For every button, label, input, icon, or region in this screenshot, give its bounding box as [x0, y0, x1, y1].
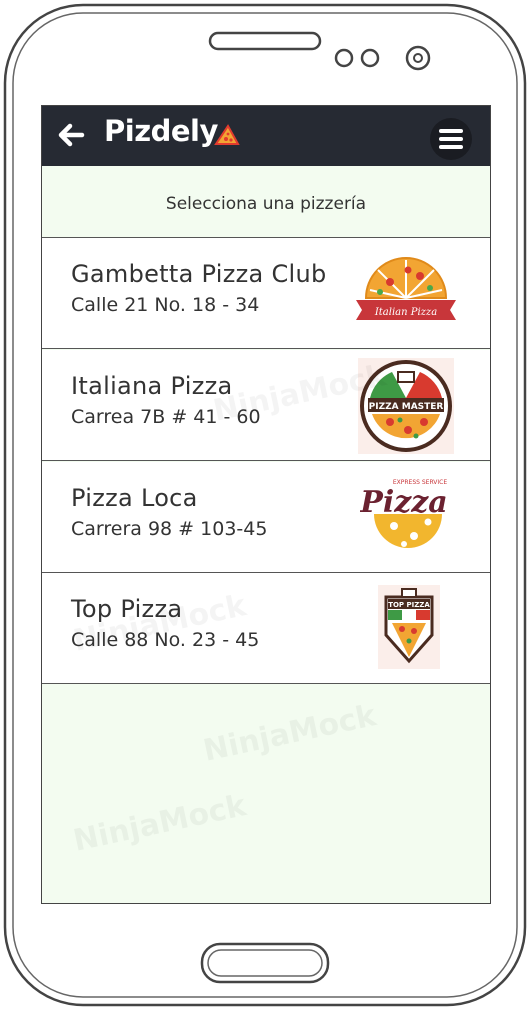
- arrow-left-icon: [58, 123, 85, 147]
- logo-text: PIZZA MASTER: [369, 402, 444, 412]
- top-pizza-logo: TOP PIZZA: [378, 585, 440, 669]
- app-screen: Pizdely Selecciona una pizzería Gambetta…: [41, 105, 491, 904]
- pizzeria-name: Italiana Pizza: [71, 372, 233, 400]
- logo-text: TOP PIZZA: [388, 601, 430, 609]
- logo-text: Italian Pizza: [374, 307, 437, 318]
- watermark: NinjaMock: [200, 698, 379, 769]
- hamburger-menu-icon: [439, 129, 463, 133]
- pizzeria-name: Gambetta Pizza Club: [71, 260, 327, 288]
- app-title: Pizdely: [104, 114, 218, 148]
- pizzeria-item-top[interactable]: Top Pizza Calle 88 No. 23 - 45 TOP PIZZA: [42, 573, 490, 684]
- menu-button[interactable]: [430, 118, 472, 160]
- menu-bar: [439, 145, 463, 149]
- app-bar: Pizdely: [42, 106, 490, 166]
- pizzeria-item-italiana[interactable]: Italiana Pizza Carrea 7B # 41 - 60 PIZZA…: [42, 350, 490, 461]
- logo-text: Pizza: [360, 485, 448, 520]
- pizzeria-item-loca[interactable]: Pizza Loca Carrera 98 # 103-45 EXPRESS S…: [42, 462, 490, 573]
- pizzeria-address: Calle 88 No. 23 - 45: [71, 629, 260, 651]
- pizzeria-item-gambetta[interactable]: Gambetta Pizza Club Calle 21 No. 18 - 34…: [42, 238, 490, 349]
- pizzeria-name: Pizza Loca: [71, 484, 198, 512]
- pizza-slice-icon: [214, 124, 240, 145]
- pizzeria-address: Carrea 7B # 41 - 60: [71, 406, 261, 428]
- subheader-label: Selecciona una pizzería: [42, 167, 490, 238]
- menu-bar: [439, 137, 463, 141]
- back-button[interactable]: [54, 118, 88, 152]
- express-pizza-logo: EXPRESS SERVICE Pizza: [360, 479, 448, 548]
- pizzeria-address: Calle 21 No. 18 - 34: [71, 294, 260, 316]
- pizzeria-address: Carrera 98 # 103-45: [71, 518, 268, 540]
- pizzeria-name: Top Pizza: [71, 595, 183, 623]
- pizza-master-logo: PIZZA MASTER: [358, 358, 454, 454]
- italian-pizza-logo: Italian Pizza: [356, 257, 456, 320]
- watermark: NinjaMock: [70, 788, 249, 859]
